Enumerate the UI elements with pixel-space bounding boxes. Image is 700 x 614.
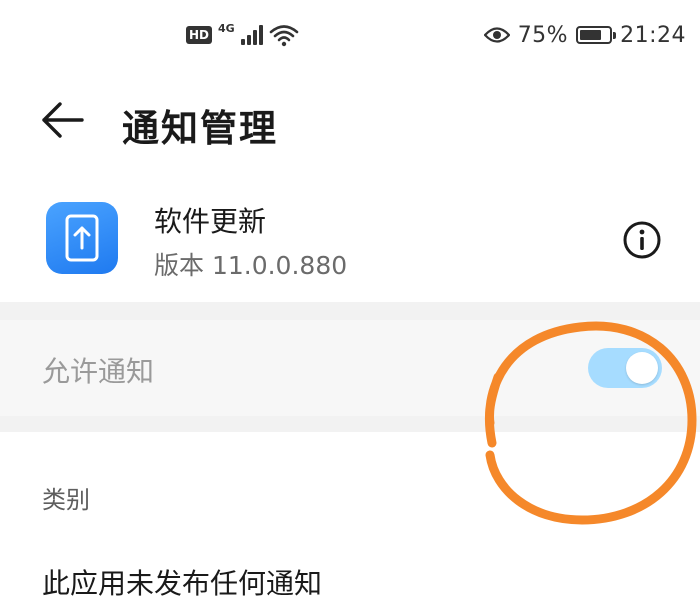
status-bar: HD 4G 75% 21:24 [0, 0, 700, 62]
app-name: 软件更新 [154, 205, 267, 238]
section-divider [0, 302, 700, 320]
page-header: 通知管理 [0, 80, 700, 160]
page-title: 通知管理 [122, 107, 278, 150]
eye-icon [483, 27, 510, 43]
app-info-row: 软件更新 版本 11.0.0.880 [0, 188, 700, 298]
app-version: 版本 11.0.0.880 [154, 251, 348, 280]
network-type-label: 4G [218, 21, 235, 35]
status-bar-left: HD 4G [186, 20, 299, 50]
allow-notifications-label: 允许通知 [42, 355, 155, 388]
phone-update-icon [46, 202, 118, 274]
toggle-knob [626, 352, 658, 384]
status-time: 21:24 [620, 22, 686, 48]
category-section-title: 类别 [42, 486, 90, 514]
battery-tip [613, 32, 617, 39]
phone-outline-icon [65, 214, 99, 262]
battery-icon [576, 26, 617, 44]
info-icon [623, 221, 661, 259]
allow-notifications-row: 允许通知 [0, 320, 700, 416]
app-info-button[interactable] [620, 218, 664, 262]
battery-percent: 75% [517, 22, 569, 48]
back-button[interactable] [36, 96, 88, 144]
notification-management-screen: HD 4G 75% 21:24 通知管理 软件更新 版本 11.0.0.880 … [0, 0, 700, 614]
arrow-left-icon [42, 102, 84, 138]
signal-icon [240, 25, 263, 45]
wifi-icon [269, 25, 299, 47]
no-notifications-message: 此应用未发布任何通知 [42, 567, 323, 600]
hd-badge: HD [186, 26, 213, 44]
battery-fill [580, 30, 602, 40]
status-bar-right: 75% 21:24 [483, 20, 686, 50]
section-divider [0, 416, 700, 432]
allow-notifications-toggle[interactable] [588, 348, 662, 388]
